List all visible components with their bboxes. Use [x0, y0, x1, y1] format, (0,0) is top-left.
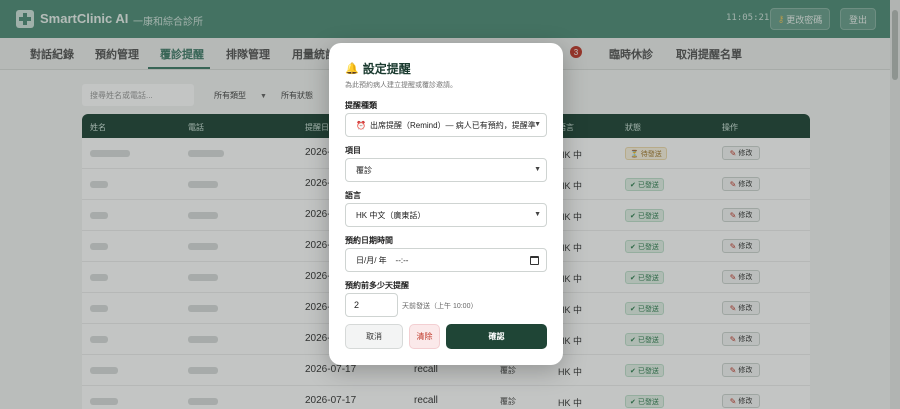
days-before-suffix: 天前發送（上午 10:00） — [402, 303, 478, 310]
alarm-clock-icon: ⏰ — [356, 120, 366, 130]
item-select[interactable]: 覆診 ▼ — [345, 158, 547, 182]
language-label: 語言 — [345, 191, 361, 200]
reminder-type-label: 提醒種類 — [345, 101, 377, 110]
language-select[interactable]: HK 中文（廣東話） ▼ — [345, 203, 547, 227]
cancel-button[interactable]: 取消 — [345, 324, 403, 349]
days-before-label: 預約前多少天提醒 — [345, 281, 409, 290]
chevron-down-icon: ▼ — [534, 121, 541, 128]
item-label: 項目 — [345, 146, 361, 155]
calendar-icon[interactable] — [530, 256, 539, 265]
chevron-down-icon: ▼ — [534, 211, 541, 218]
dialog-title: 🔔 設定提醒 — [345, 62, 411, 76]
bell-icon: 🔔 — [345, 63, 359, 75]
set-reminder-dialog: 🔔 設定提醒 為此預約病人建立提醒或覆診邀請。 提醒種類 ⏰ 出席提醒（Remi… — [329, 43, 563, 365]
reminder-type-select[interactable]: ⏰ 出席提醒（Remind）— 病人已有預約，提醒準 ▼ — [345, 113, 547, 137]
days-before-input[interactable]: 2 — [345, 293, 398, 317]
confirm-button[interactable]: 確認 — [446, 324, 547, 349]
appointment-datetime-label: 預約日期時間 — [345, 236, 393, 245]
clear-button[interactable]: 清除 — [409, 324, 440, 349]
appointment-datetime-input[interactable]: 日/月/ 年 --:-- — [345, 248, 547, 272]
chevron-down-icon: ▼ — [534, 166, 541, 173]
dialog-subtitle: 為此預約病人建立提醒或覆診邀請。 — [345, 82, 457, 89]
